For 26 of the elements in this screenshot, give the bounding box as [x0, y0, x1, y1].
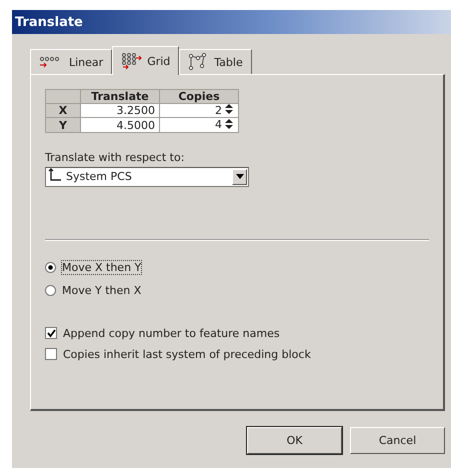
radio-button[interactable]	[45, 262, 56, 273]
table-cell[interactable]: 4.5000	[80, 118, 160, 132]
option-label: Move Y then X	[62, 284, 142, 297]
tab[interactable]: Linear	[30, 49, 112, 74]
checkbox[interactable]	[45, 327, 57, 340]
column-header: Translate	[80, 90, 160, 104]
spinner-icon[interactable]	[224, 118, 234, 132]
option-label: Append copy number to feature names	[63, 326, 280, 340]
row-header: Y	[46, 118, 80, 132]
row-header: X	[46, 104, 80, 118]
option-label: Copies inherit last system of preceding block	[63, 348, 311, 361]
tab[interactable]: Table	[179, 49, 252, 74]
dialog-button[interactable]: OK	[247, 427, 342, 454]
spin-field[interactable]: 2	[160, 104, 238, 118]
window-title: Translate	[15, 14, 83, 30]
spin-field[interactable]: 4	[160, 118, 238, 132]
field-label: Translate with respect to:	[45, 150, 186, 164]
radio-button[interactable]	[45, 284, 56, 296]
option-label: Move X then Y	[62, 260, 142, 274]
column-header: Copies	[160, 90, 238, 104]
dots-icon	[121, 52, 144, 70]
checkbox[interactable]	[45, 348, 57, 360]
reference-dropdown[interactable]: System PCS	[45, 166, 249, 187]
table-cell[interactable]: 3.2500	[80, 104, 160, 118]
dialog-button[interactable]: Cancel	[350, 427, 445, 454]
tab[interactable]: Grid	[112, 46, 180, 75]
